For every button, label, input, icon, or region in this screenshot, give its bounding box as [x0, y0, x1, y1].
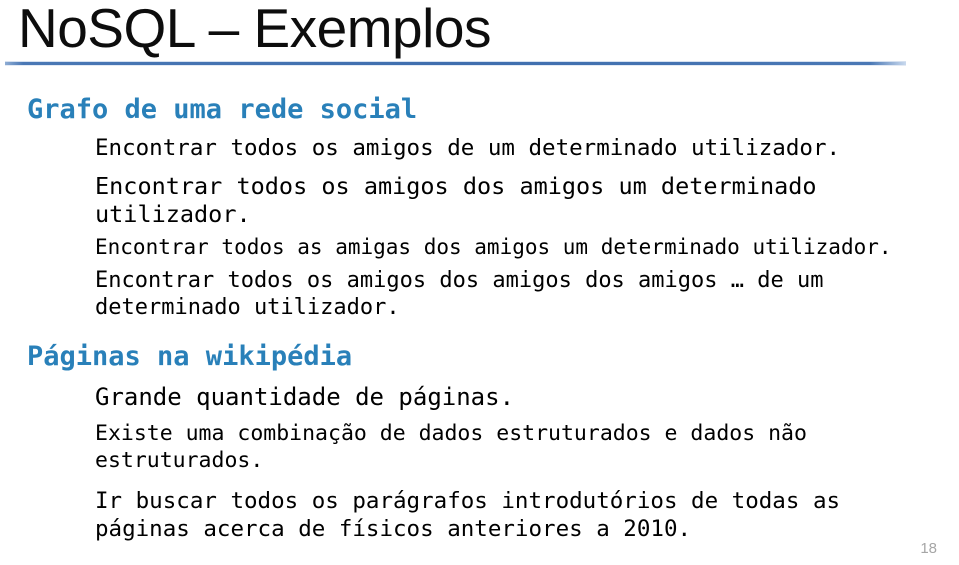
list-item: Grande quantidade de páginas. — [95, 383, 515, 411]
slide-number: 18 — [920, 540, 937, 557]
slide: NoSQL – Exemplos Grafo de uma rede socia… — [0, 0, 959, 565]
section-paginas-wikipedia: Páginas na wikipédia Grande quantidade d… — [0, 339, 959, 543]
list-item: Encontrar todos as amigas dos amigos um … — [95, 235, 892, 259]
slide-content: Grafo de uma rede social Encontrar todos… — [0, 92, 959, 543]
section-heading: Grafo de uma rede social — [27, 94, 418, 125]
list-item: Encontrar todos os amigos de um determin… — [95, 135, 841, 161]
list-item: Encontrar todos os amigos dos amigos dos… — [95, 268, 824, 320]
divider-core — [5, 62, 906, 65]
section-grafo-rede-social: Grafo de uma rede social Encontrar todos… — [0, 92, 959, 321]
list-item: Ir buscar todos os parágrafos introdutór… — [95, 488, 841, 542]
section-heading: Páginas na wikipédia — [27, 341, 353, 372]
list-item: Existe uma combinação de dados estrutura… — [95, 421, 807, 473]
title-divider — [5, 61, 906, 66]
list-item: Encontrar todos os amigos dos amigos um … — [95, 172, 817, 228]
page-title: NoSQL – Exemplos — [18, 0, 491, 59]
